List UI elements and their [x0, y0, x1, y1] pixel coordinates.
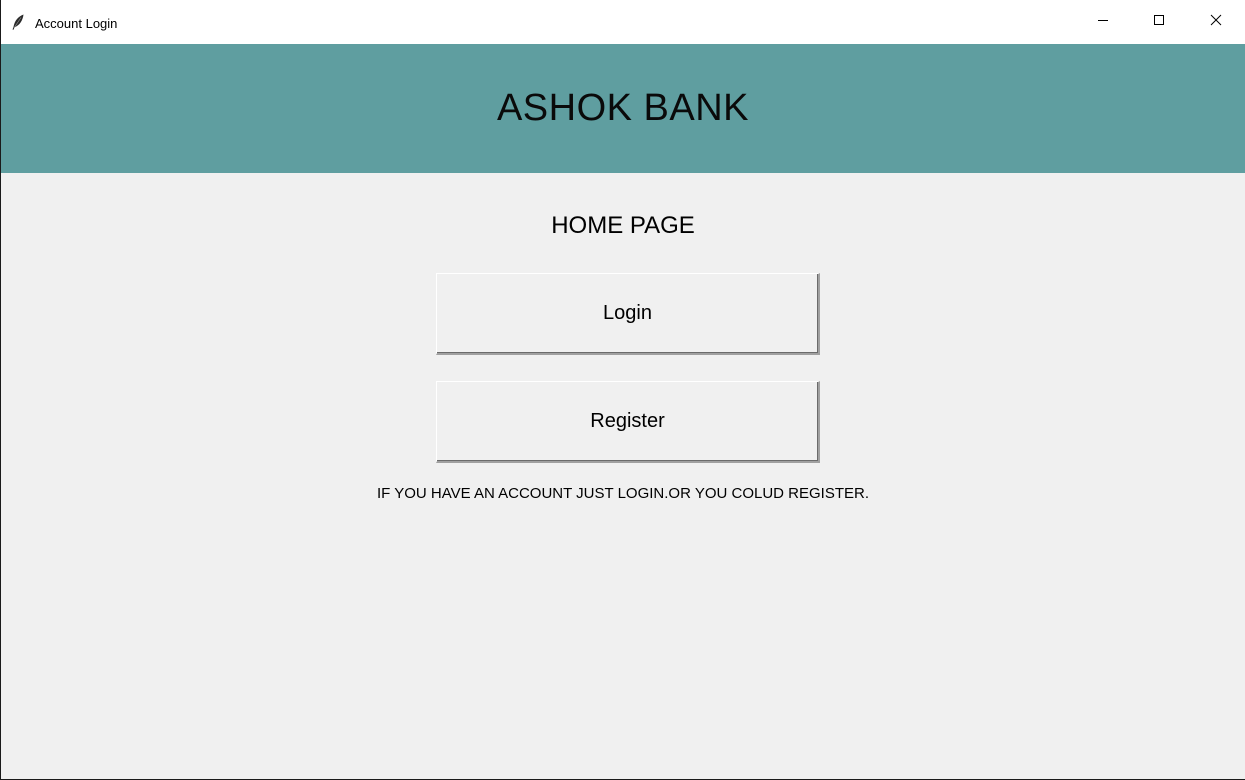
register-button[interactable]: Register: [436, 381, 820, 463]
close-icon: [1210, 13, 1222, 31]
title-bar[interactable]: Account Login: [1, 0, 1245, 44]
app-window: Account Login ASHOK BANK HOME PAGE Login…: [0, 0, 1245, 780]
bank-name: ASHOK BANK: [496, 87, 750, 129]
header-banner: ASHOK BANK: [1, 44, 1245, 173]
close-button[interactable]: [1188, 0, 1244, 44]
minimize-button[interactable]: [1075, 0, 1131, 44]
page-title: HOME PAGE: [551, 212, 695, 239]
maximize-button[interactable]: [1131, 0, 1187, 44]
window-title: Account Login: [35, 16, 118, 31]
home-content: HOME PAGE Login Register IF YOU HAVE AN …: [1, 173, 1245, 779]
minimize-icon: [1097, 13, 1109, 31]
info-message: IF YOU HAVE AN ACCOUNT JUST LOGIN.OR YOU…: [376, 485, 870, 502]
maximize-icon: [1153, 13, 1165, 31]
feather-icon: [11, 14, 25, 30]
login-button[interactable]: Login: [436, 273, 820, 355]
